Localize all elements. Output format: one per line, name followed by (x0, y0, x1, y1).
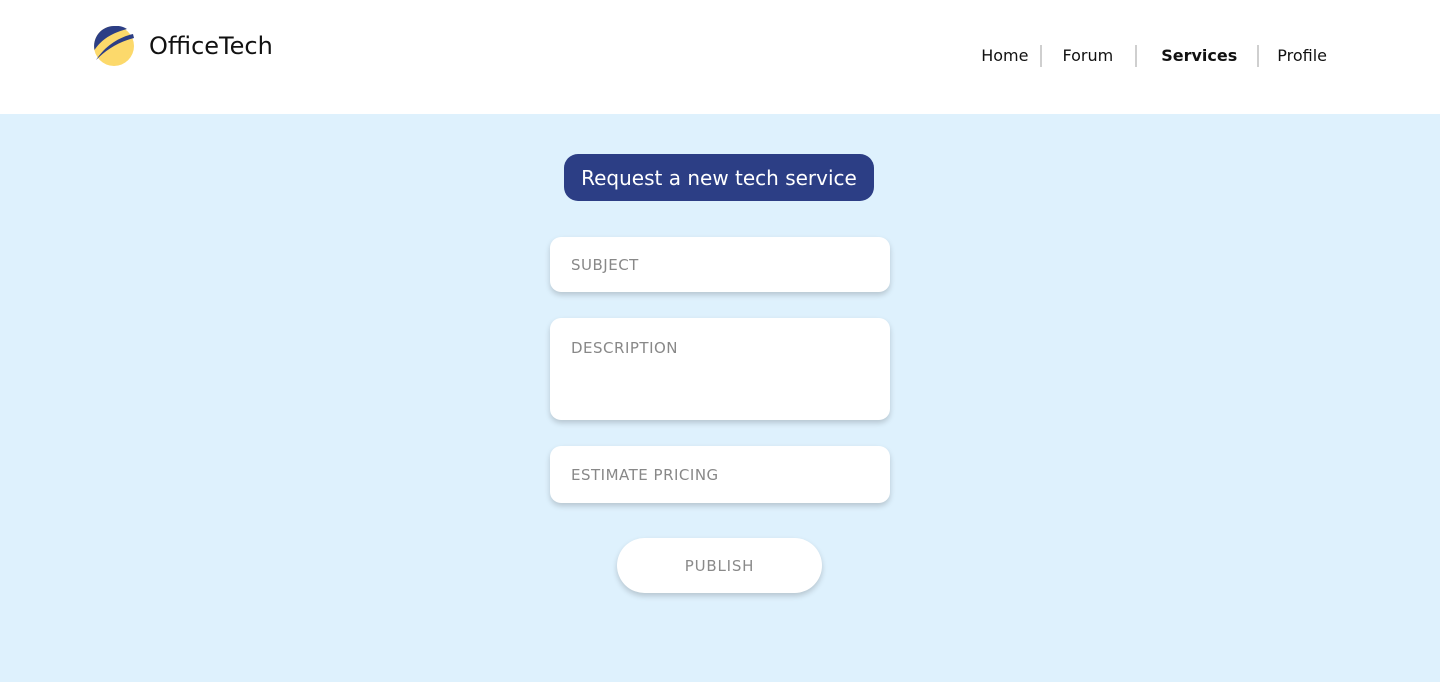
nav-divider (1257, 45, 1260, 67)
service-request-section: Request a new tech service PUBLISH (0, 114, 1440, 682)
nav-item-services[interactable]: Services (1161, 45, 1237, 67)
subject-input[interactable] (550, 237, 890, 292)
brand-logo-link[interactable]: OfficeTech (94, 26, 273, 66)
page-title: Request a new tech service (564, 154, 874, 201)
top-header: OfficeTech Home Forum Services Profile (0, 0, 1440, 114)
description-input[interactable] (550, 318, 890, 420)
nav-item-profile[interactable]: Profile (1277, 45, 1327, 67)
officetech-logo-icon (94, 26, 134, 66)
nav-divider (1135, 45, 1138, 67)
estimate-pricing-input[interactable] (550, 446, 890, 503)
main-nav: Home Forum Services Profile (981, 45, 1327, 67)
nav-item-home[interactable]: Home (981, 45, 1028, 67)
nav-divider (1040, 45, 1043, 67)
nav-item-forum[interactable]: Forum (1062, 45, 1113, 67)
publish-button[interactable]: PUBLISH (617, 538, 822, 593)
brand-name: OfficeTech (149, 32, 273, 60)
